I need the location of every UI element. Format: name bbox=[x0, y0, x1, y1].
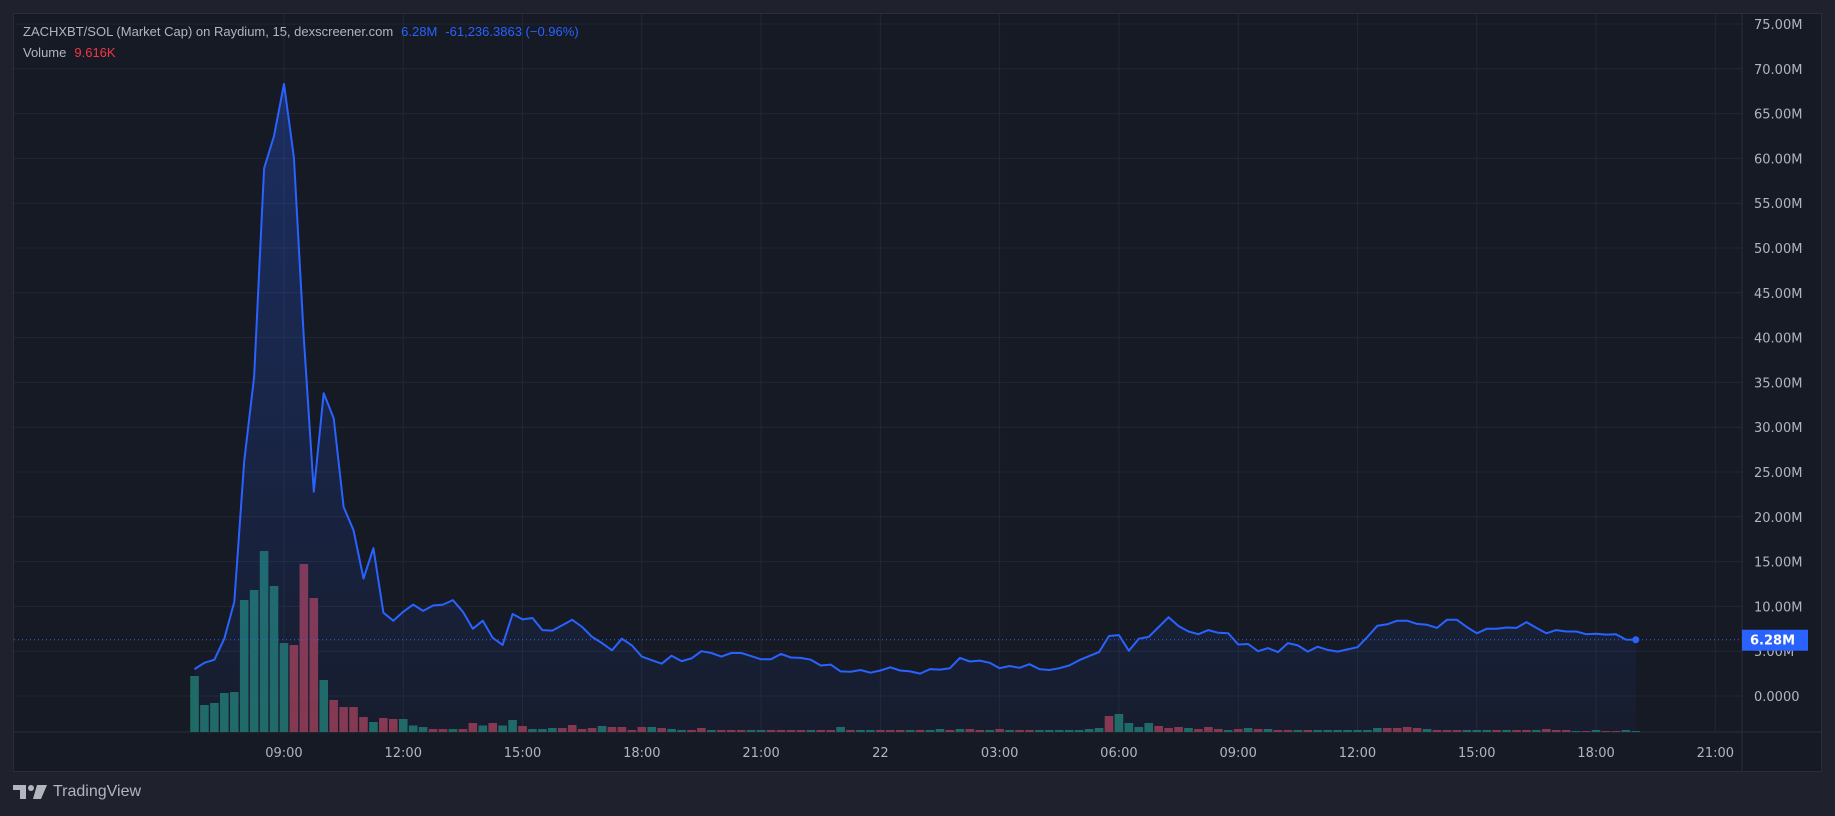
y-tick-label: 15.00M bbox=[1754, 556, 1802, 571]
x-tick-label: 03:00 bbox=[981, 746, 1018, 761]
volume-value: 9.616K bbox=[74, 45, 116, 60]
y-tick-label: 30.00M bbox=[1754, 421, 1802, 436]
x-tick-label: 21:00 bbox=[742, 746, 779, 761]
symbol-title: ZACHXBT/SOL (Market Cap) on Raydium, 15,… bbox=[23, 24, 394, 39]
last-price-label: 6.28M bbox=[1750, 634, 1795, 649]
x-tick-label: 06:00 bbox=[1100, 746, 1137, 761]
tradingview-logo[interactable]: TradingView bbox=[13, 783, 141, 801]
y-tick-label: 60.00M bbox=[1754, 152, 1802, 167]
y-tick-label: 20.00M bbox=[1754, 511, 1802, 526]
market-cap-line bbox=[193, 83, 1636, 675]
x-tick-label: 15:00 bbox=[504, 746, 541, 761]
volume-legend: Volume 9.616K bbox=[23, 45, 116, 60]
tradingview-text: TradingView bbox=[53, 783, 142, 800]
x-tick-label: 12:00 bbox=[385, 746, 422, 761]
tradingview-icon bbox=[13, 785, 47, 799]
y-tick-label: 40.00M bbox=[1754, 332, 1802, 347]
last-value: 6.28M bbox=[401, 24, 438, 39]
x-tick-label: 09:00 bbox=[1219, 746, 1256, 761]
x-tick-label: 12:00 bbox=[1339, 746, 1376, 761]
y-tick-label: 50.00M bbox=[1754, 242, 1802, 257]
volume-label: Volume bbox=[23, 45, 67, 60]
y-tick-label: 25.00M bbox=[1754, 466, 1802, 481]
area-fill bbox=[194, 84, 1636, 732]
x-tick-label: 09:00 bbox=[265, 746, 302, 761]
chart-legend: ZACHXBT/SOL (Market Cap) on Raydium, 15,… bbox=[23, 24, 579, 39]
y-tick-label: 75.00M bbox=[1754, 18, 1802, 33]
y-tick-label: 35.00M bbox=[1754, 376, 1802, 391]
x-tick-label: 18:00 bbox=[623, 746, 660, 761]
price-change: -61,236.3863 (−0.96%) bbox=[445, 24, 579, 39]
y-tick-label: 70.00M bbox=[1754, 63, 1802, 78]
y-tick-label: 55.00M bbox=[1754, 197, 1802, 212]
y-tick-label: 65.00M bbox=[1754, 108, 1802, 123]
x-tick-label: 22 bbox=[872, 746, 889, 761]
y-tick-label: 0.0000 bbox=[1754, 690, 1800, 705]
x-tick-label: 21:00 bbox=[1697, 746, 1734, 761]
x-tick-label: 18:00 bbox=[1577, 746, 1614, 761]
y-tick-label: 45.00M bbox=[1754, 287, 1802, 302]
market-cap-chart[interactable]: 75.00M 70.00M 65.00M 60.00M 55.00M 50.00M 45.0… bbox=[0, 0, 1835, 816]
x-tick-label: 15:00 bbox=[1458, 746, 1495, 761]
last-point-marker bbox=[1632, 636, 1640, 644]
y-tick-label: 10.00M bbox=[1754, 600, 1802, 615]
